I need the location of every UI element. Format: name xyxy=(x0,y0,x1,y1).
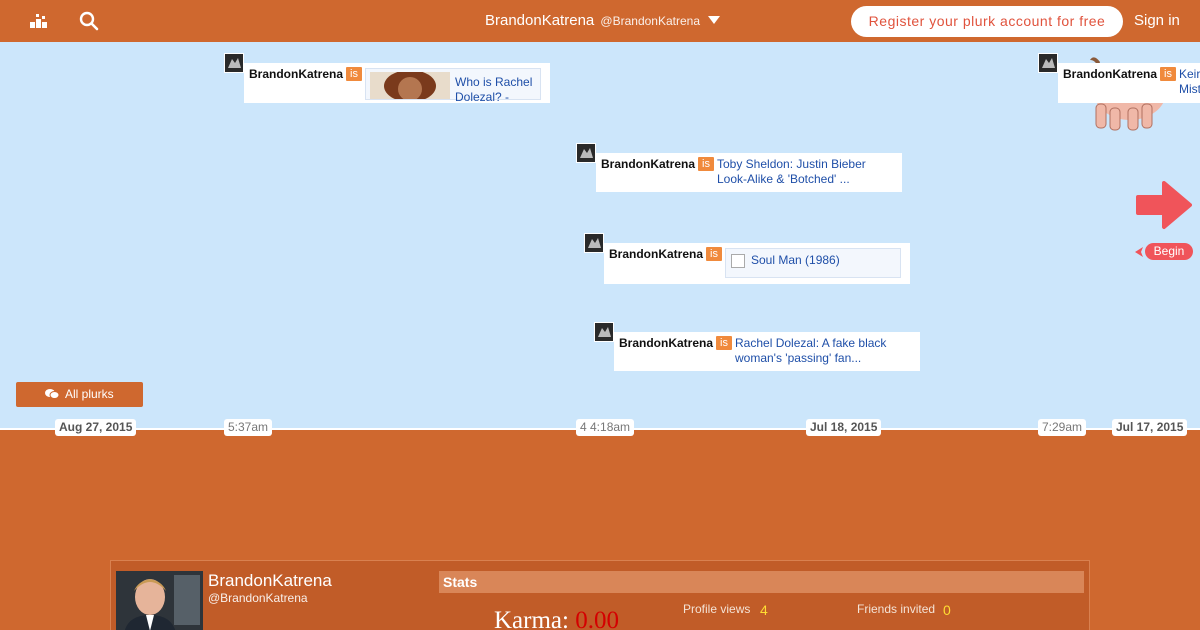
plurk-author[interactable]: BrandonKatrena xyxy=(601,157,695,171)
top-navbar: BrandonKatrena @BrandonKatrena Register … xyxy=(0,0,1200,42)
avatar[interactable] xyxy=(594,322,614,342)
axis-tick: Jul 18, 2015 xyxy=(806,419,882,436)
link-preview-card[interactable]: Who is Rachel Dolezal? - xyxy=(365,68,541,104)
axis-tick: 5:37am xyxy=(224,419,273,436)
avatar[interactable] xyxy=(1038,53,1058,73)
plurk-qualifier-badge: is xyxy=(698,157,714,171)
plurk-logo-icon[interactable] xyxy=(28,10,50,32)
profile-panel: BrandonKatrena @BrandonKatrena Stats Kar… xyxy=(110,560,1090,630)
plurk-qualifier-badge: is xyxy=(346,67,362,81)
register-button[interactable]: Register your plurk account for free xyxy=(851,6,1123,37)
profile-avatar[interactable] xyxy=(116,571,203,630)
karma-value: 0.00 xyxy=(575,607,619,630)
plurk-qualifier-badge: is xyxy=(1160,67,1176,81)
plurk-link[interactable]: Keir Mist xyxy=(1179,67,1200,97)
user-menu[interactable]: BrandonKatrena @BrandonKatrena xyxy=(485,12,721,29)
profile-views-label: Profile views xyxy=(683,602,751,616)
plurk-item-overlay: BrandonKatrena is Keir Mist xyxy=(1038,53,1200,103)
all-plurks-label: All plurks xyxy=(64,387,114,401)
user-menu-name: BrandonKatrena xyxy=(485,12,595,29)
plurk-author[interactable]: BrandonKatrena xyxy=(249,67,343,81)
axis-tick: Aug 27, 2015 xyxy=(55,419,137,436)
axis-tick: 4 4:18am xyxy=(576,419,635,436)
chat-bubbles-icon xyxy=(45,384,60,409)
avatar[interactable] xyxy=(224,53,244,73)
plurk-item[interactable]: BrandonKatrena is Toby Sheldon: Justin B… xyxy=(576,143,902,192)
broken-image-icon xyxy=(731,254,745,268)
plurk-author[interactable]: BrandonKatrena xyxy=(619,336,713,350)
plurk-link[interactable]: Who is Rachel Dolezal? - xyxy=(455,75,539,105)
plurk-item[interactable]: BrandonKatrena is Rachel Dolezal: A fake… xyxy=(594,322,920,371)
user-menu-handle: @BrandonKatrena xyxy=(600,14,701,28)
profile-views-value: 4 xyxy=(760,602,768,618)
search-icon[interactable] xyxy=(78,10,100,32)
plurk-author[interactable]: BrandonKatrena xyxy=(609,247,703,261)
plurk-link[interactable]: Soul Man (1986) xyxy=(751,253,840,268)
avatar[interactable] xyxy=(576,143,596,163)
sign-in-link[interactable]: Sign in xyxy=(1134,12,1180,29)
chevron-down-icon xyxy=(708,16,721,24)
friends-invited-label: Friends invited xyxy=(857,602,936,616)
axis-tick: 7:29am xyxy=(1038,419,1087,436)
begin-button[interactable]: Begin xyxy=(1145,243,1193,260)
all-plurks-button[interactable]: All plurks xyxy=(16,382,143,407)
karma-display: Karma: 0.00 xyxy=(494,607,619,630)
link-preview-card[interactable]: Soul Man (1986) xyxy=(725,248,901,278)
plurk-qualifier-badge: is xyxy=(706,247,722,261)
plurk-timeline[interactable]: BrandonKatrena is Who is Rachel Dolezal?… xyxy=(0,42,1200,428)
profile-name: BrandonKatrena xyxy=(208,571,332,590)
plurk-link[interactable]: Toby Sheldon: Justin Bieber Look-Alike &… xyxy=(717,157,897,187)
next-arrow-icon[interactable] xyxy=(1134,179,1192,231)
plurk-qualifier-badge: is xyxy=(716,336,732,350)
karma-label: Karma: xyxy=(494,607,569,630)
profile-handle: @BrandonKatrena xyxy=(208,591,308,605)
friends-invited-value: 0 xyxy=(943,602,951,618)
stats-header: Stats xyxy=(439,571,1084,593)
avatar[interactable] xyxy=(584,233,604,253)
axis-tick: Jul 17, 2015 xyxy=(1112,419,1188,436)
plurk-author[interactable]: BrandonKatrena xyxy=(1063,67,1157,81)
plurk-item[interactable]: BrandonKatrena is Soul Man (1986) xyxy=(584,233,910,284)
plurk-item[interactable]: BrandonKatrena is Who is Rachel Dolezal?… xyxy=(224,53,550,104)
plurk-link[interactable]: Rachel Dolezal: A fake black woman's 'pa… xyxy=(735,336,915,366)
link-thumbnail xyxy=(370,72,450,99)
